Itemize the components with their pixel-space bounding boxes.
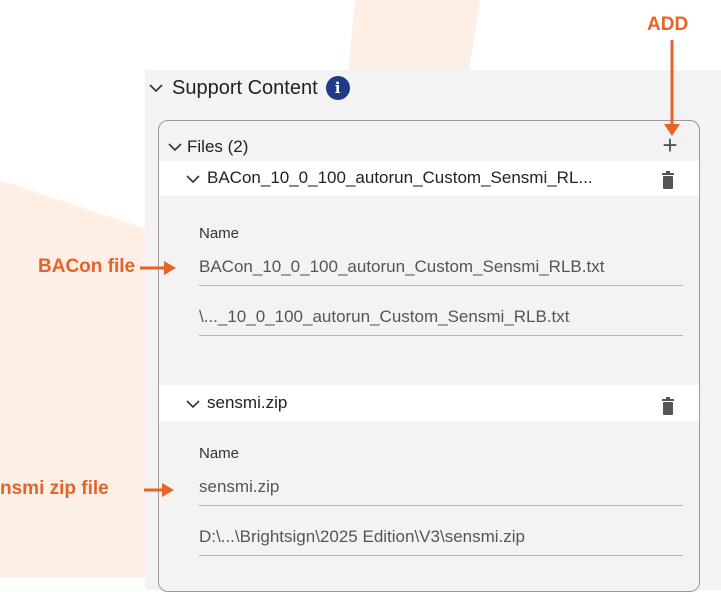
path-field[interactable]: D:\...\Brightsign\2025 Edition\V3\sensmi… [199, 527, 683, 556]
name-label: Name [199, 445, 240, 462]
add-file-button[interactable]: + [657, 132, 683, 159]
chevron-down-icon[interactable] [185, 170, 201, 186]
section-title: Support Content [172, 76, 318, 99]
files-card: Files (2) + BACon_10_0_100_autorun_Custo… [158, 120, 700, 592]
path-field[interactable]: \..._10_0_100_autorun_Custom_Sensmi_RLB.… [199, 307, 683, 336]
file-row-sensmi-zip[interactable]: sensmi.zip [159, 385, 699, 421]
name-label: Name [199, 225, 240, 242]
trash-icon[interactable] [661, 397, 675, 415]
name-field[interactable]: sensmi.zip [199, 477, 683, 506]
chevron-down-icon[interactable] [185, 395, 201, 411]
file-title: sensmi.zip [207, 393, 288, 412]
files-header-label: Files (2) [187, 137, 249, 156]
annotation-zip-file: nsmi zip file [0, 478, 109, 499]
chevron-down-icon[interactable] [167, 139, 183, 155]
annotation-add: ADD [647, 14, 689, 35]
trash-icon[interactable] [661, 171, 675, 189]
name-field[interactable]: BACon_10_0_100_autorun_Custom_Sensmi_RLB… [199, 257, 683, 286]
info-icon[interactable]: i [325, 76, 350, 100]
support-content-header[interactable]: Support Content i [148, 72, 350, 104]
annotation-bacon-file: BACon file [38, 256, 136, 277]
chevron-down-icon[interactable] [148, 80, 164, 96]
files-header[interactable]: Files (2) [167, 137, 248, 157]
file-row-bacon[interactable]: BACon_10_0_100_autorun_Custom_Sensmi_RL.… [159, 161, 699, 195]
file-title: BACon_10_0_100_autorun_Custom_Sensmi_RL.… [207, 168, 593, 187]
